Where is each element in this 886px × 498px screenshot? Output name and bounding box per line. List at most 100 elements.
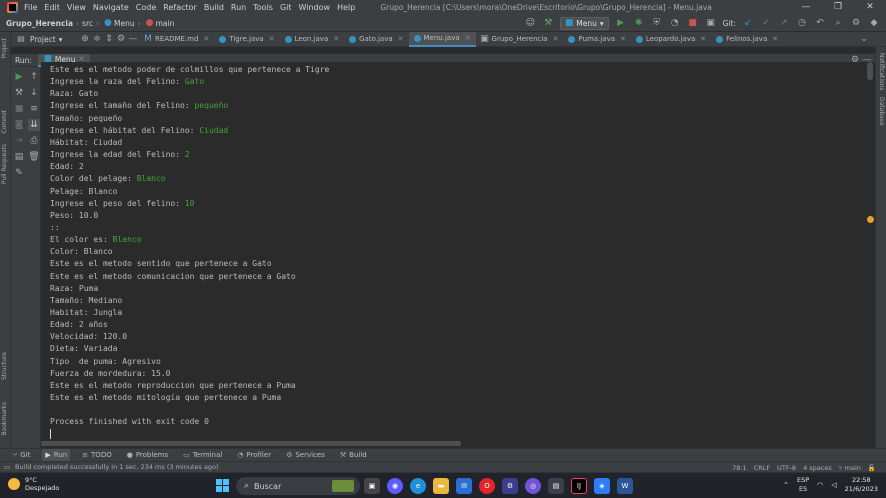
volume-icon[interactable]: ◁ (831, 481, 836, 489)
weather-widget[interactable]: 9°C Despejado (8, 476, 59, 492)
menu-run[interactable]: Run (231, 3, 246, 12)
edge-browser-icon[interactable]: e (410, 478, 426, 494)
chat-icon[interactable]: ◉ (387, 478, 403, 494)
breadcrumb-project[interactable]: Grupo_Herencia (6, 19, 73, 28)
trash-icon[interactable]: 🗑 (28, 151, 40, 163)
menu-file[interactable]: File (24, 3, 37, 12)
tool-build[interactable]: ⚒ Build (337, 449, 370, 462)
menu-window[interactable]: Window (299, 3, 331, 12)
minimize-button[interactable]: — (790, 0, 822, 15)
exit-icon[interactable]: ⇥ (13, 135, 25, 147)
expand-icon[interactable]: ⇕ (103, 33, 115, 45)
breadcrumb-main[interactable]: main (156, 19, 175, 28)
menu-help[interactable]: Help (337, 3, 355, 12)
tool-structure[interactable]: Structure (1, 352, 8, 380)
ide-logo-icon[interactable]: ◆ (868, 18, 880, 30)
collapse-all-icon[interactable]: ≑ (91, 33, 103, 45)
stop-icon[interactable]: ■ (687, 18, 699, 30)
tool-todo[interactable]: ≡ TODO (79, 449, 115, 462)
git-branch-widget[interactable]: ⑂ main (839, 464, 861, 472)
coverage-icon[interactable]: ⛨ (651, 18, 663, 30)
tab-puma[interactable]: Puma.java ✕ (563, 32, 630, 47)
discord-icon[interactable]: ◎ (525, 478, 541, 494)
print-icon[interactable]: ⎙ (28, 135, 40, 147)
tab-menu[interactable]: Menu.java ✕ (408, 31, 476, 47)
git-push-icon[interactable]: ↗ (778, 18, 790, 30)
scroll-to-end-icon[interactable]: ⇊ (28, 119, 40, 131)
close-tab-icon[interactable]: ✕ (333, 35, 339, 43)
menu-refactor[interactable]: Refactor (163, 3, 197, 12)
project-view-selector[interactable]: ▤ Project ▾ (11, 33, 79, 45)
maximize-button[interactable]: ❐ (822, 0, 854, 15)
caret-position[interactable]: 78:1 (732, 464, 747, 472)
wifi-icon[interactable]: ◠ (817, 481, 823, 489)
close-tab-icon[interactable]: ✕ (772, 35, 778, 43)
run-configuration-selector[interactable]: ■ Menu ▾ (560, 17, 609, 30)
up-arrow-icon[interactable]: ↑ (28, 71, 40, 83)
file-explorer-icon[interactable]: ▬ (433, 478, 449, 494)
debug-icon[interactable]: ✱ (633, 18, 645, 30)
tool-notifications[interactable]: Notifications (878, 53, 885, 91)
tab-leopardo[interactable]: Leopardo.java ✕ (631, 32, 711, 47)
tool-problems[interactable]: ● Problems (124, 449, 171, 462)
close-tab-icon[interactable]: ✕ (269, 35, 275, 43)
wrench-icon[interactable]: ⚒ (13, 87, 25, 99)
tab-readme[interactable]: M README.md ✕ (139, 32, 214, 47)
tab-list-chevron-icon[interactable]: ⌄ (858, 33, 870, 45)
menu-build[interactable]: Build (204, 3, 224, 12)
file-encoding[interactable]: UTF-8 (777, 464, 796, 472)
menu-tools[interactable]: Tools (253, 3, 273, 12)
camera-icon[interactable]: ◙ (13, 119, 25, 131)
breadcrumb-menu[interactable]: Menu (114, 19, 135, 28)
close-tab-icon[interactable]: ✕ (620, 35, 626, 43)
menu-code[interactable]: Code (136, 3, 156, 12)
menu-view[interactable]: View (67, 3, 86, 12)
tool-profiler[interactable]: ◔ Profiler (234, 449, 274, 462)
close-button[interactable]: ✕ (854, 0, 886, 15)
tool-git[interactable]: ⑂ Git (10, 449, 33, 462)
language-indicator[interactable]: ESP ES (797, 476, 809, 494)
soft-wrap-icon[interactable]: ≡ (28, 103, 40, 115)
lock-icon[interactable]: 🔓 (868, 464, 876, 472)
tool-project[interactable]: Project (1, 38, 8, 59)
stop-icon[interactable]: ■ (13, 103, 25, 115)
close-tab-icon[interactable]: ✕ (700, 35, 706, 43)
console-output[interactable]: Este es el metodo poder de colmillos que… (41, 62, 875, 448)
tool-services[interactable]: ⚙ Services (283, 449, 328, 462)
breadcrumb-src[interactable]: src (82, 19, 93, 28)
profiler-icon[interactable]: ◔ (669, 18, 681, 30)
locate-icon[interactable]: ⊕ (79, 33, 91, 45)
build-project-icon[interactable]: ▣ (705, 18, 717, 30)
pin-icon[interactable]: ✎ (13, 167, 25, 179)
intellij-app-icon[interactable]: IJ (571, 478, 587, 494)
tab-grupo-herencia[interactable]: ▣ Grupo_Herencia ✕ (476, 32, 564, 47)
taskbar-search[interactable]: ⌕ Buscar (236, 477, 360, 495)
tab-felinos[interactable]: Felinos.java ✕ (711, 32, 783, 47)
settings-app-icon[interactable]: ⚙ (502, 478, 518, 494)
tab-leon[interactable]: Leon.java ✕ (280, 32, 345, 47)
tool-bookmarks[interactable]: Bookmarks (1, 402, 8, 436)
opera-icon[interactable]: O (479, 478, 495, 494)
hammer-build-icon[interactable]: ⚒ (542, 18, 554, 30)
run-icon[interactable]: ▶ (615, 18, 627, 30)
horizontal-scrollbar[interactable] (41, 441, 461, 446)
options-gear-icon[interactable]: ⚙ (115, 33, 127, 45)
tool-commit[interactable]: Commit (1, 110, 8, 134)
warning-marker-icon[interactable] (867, 216, 874, 223)
photos-icon[interactable]: ◈ (594, 478, 610, 494)
menu-git[interactable]: Git (280, 3, 292, 12)
close-tab-icon[interactable]: ✕ (553, 35, 559, 43)
close-tab-icon[interactable]: ✕ (398, 35, 404, 43)
down-arrow-icon[interactable]: ↓ (28, 87, 40, 99)
rerun-icon[interactable]: ▶ (13, 71, 25, 83)
layout-icon[interactable]: ▤ (13, 151, 25, 163)
git-commit-icon[interactable]: ✓ (760, 18, 772, 30)
menu-navigate[interactable]: Navigate (93, 3, 129, 12)
menu-edit[interactable]: Edit (44, 3, 60, 12)
close-tab-icon[interactable]: ✕ (203, 35, 209, 43)
user-icon[interactable]: ☺ (524, 18, 536, 30)
mail-icon[interactable]: ✉ (456, 478, 472, 494)
tool-run[interactable]: ▶ Run (42, 448, 71, 462)
settings-gear-icon[interactable]: ⚙ (850, 18, 862, 30)
tool-database[interactable]: Database (878, 97, 885, 126)
